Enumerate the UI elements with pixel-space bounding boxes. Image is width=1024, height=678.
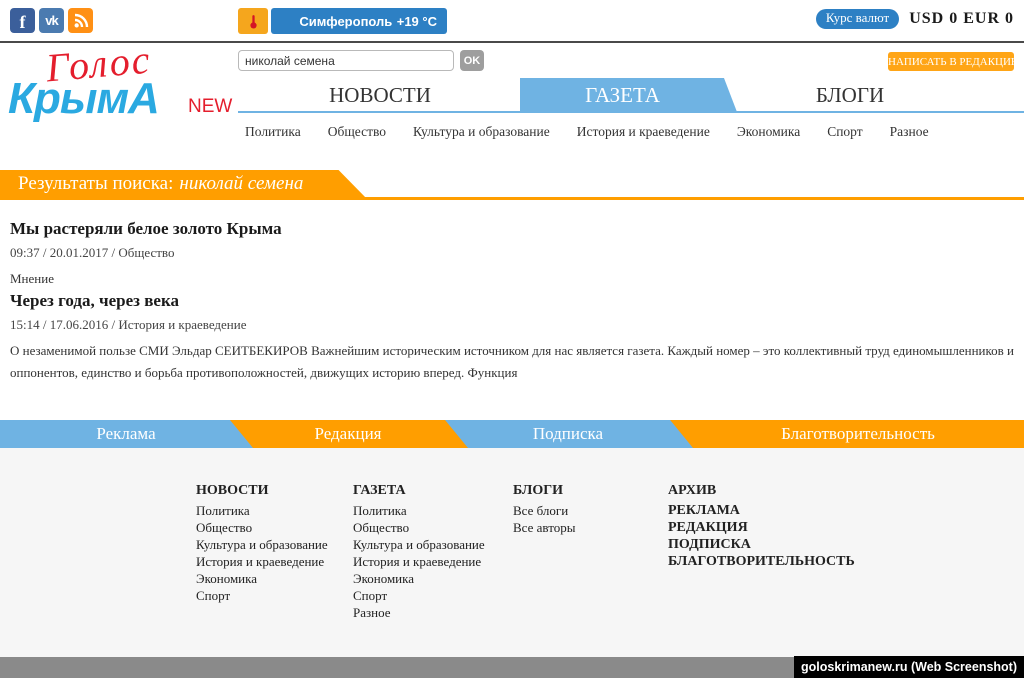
weather-city: Симферополь (281, 14, 397, 29)
vk-icon[interactable]: vk (39, 8, 64, 33)
subnav-misc[interactable]: Разное (890, 124, 929, 140)
rss-icon[interactable] (68, 8, 93, 33)
footer-link[interactable]: Общество (196, 519, 328, 536)
footer-column-gazeta: ГАЗЕТА Политика Общество Культура и обра… (353, 483, 485, 621)
footer-link[interactable]: Разное (353, 604, 485, 621)
footer-link[interactable]: Спорт (196, 587, 328, 604)
tab-blogs[interactable]: БЛОГИ (780, 83, 920, 108)
weather-panel: Симферополь +19 °C (271, 8, 447, 34)
subnav-economy[interactable]: Экономика (737, 124, 800, 140)
article-title-link[interactable]: Мы растеряли белое золото Крыма (10, 219, 1014, 239)
footer-link[interactable]: Политика (196, 502, 328, 519)
footer-tab-subscription[interactable]: Подписка (488, 424, 648, 444)
footer-link[interactable]: Культура и образование (353, 536, 485, 553)
footer-column-title[interactable]: НОВОСТИ (196, 483, 328, 499)
footer-column-blogs: БЛОГИ Все блоги Все авторы (513, 483, 575, 536)
footer-column-title[interactable]: АРХИВ (668, 483, 855, 499)
currency-block: Курс валют USD 0 EUR 0 (816, 9, 1014, 29)
footer-tab-bar: Реклама Редакция Подписка Благотворитель… (0, 420, 1024, 448)
footer-link[interactable]: Экономика (353, 570, 485, 587)
footer-background (0, 448, 1024, 657)
search-results-bar: Результаты поиска: николай семена (0, 170, 1024, 200)
footer-link[interactable]: РЕДАКЦИЯ (668, 519, 855, 536)
footer-link[interactable]: Общество (353, 519, 485, 536)
subnav-sport[interactable]: Спорт (827, 124, 862, 140)
thermometer-icon (238, 8, 268, 34)
tab-gazeta[interactable]: ГАЗЕТА (520, 83, 725, 108)
social-links: f vk (10, 8, 93, 33)
logo-text-kryma: КрымА (8, 74, 159, 124)
top-bar: f vk Симферополь +19 °C (0, 0, 1024, 41)
subnav-politics[interactable]: Политика (245, 124, 301, 140)
footer-column-archive: АРХИВ РЕКЛАМА РЕДАКЦИЯ ПОДПИСКА БЛАГОТВО… (668, 483, 855, 570)
footer-link[interactable]: Все блоги (513, 502, 575, 519)
footer-link[interactable]: История и краеведение (353, 553, 485, 570)
footer-link[interactable]: Спорт (353, 587, 485, 604)
search-input[interactable] (238, 50, 454, 71)
article-snippet: О незаменимой пользе СМИ Эльдар СЕИТБЕКИ… (10, 340, 1014, 384)
search-ok-button[interactable]: OK (460, 50, 484, 71)
footer-column-news: НОВОСТИ Политика Общество Культура и обр… (196, 483, 328, 604)
footer-link[interactable]: Экономика (196, 570, 328, 587)
article-meta: 09:37 / 20.01.2017 / Общество (10, 245, 1014, 261)
logo-new-badge: NEW (188, 96, 232, 118)
tabs-underline (238, 111, 1024, 113)
footer-link[interactable]: История и краеведение (196, 553, 328, 570)
results-query: николай семена (179, 173, 303, 194)
footer-tab-editors[interactable]: Редакция (268, 424, 428, 444)
footer-tab-charity[interactable]: Благотворительность (738, 424, 978, 444)
results-bar-text: Результаты поиска: николай семена (18, 173, 303, 195)
footer-tab-advertising[interactable]: Реклама (46, 424, 206, 444)
results-title: Результаты поиска: (18, 173, 173, 194)
facebook-icon[interactable]: f (10, 8, 35, 33)
footer-link[interactable]: БЛАГОТВОРИТЕЛЬНОСТЬ (668, 553, 855, 570)
sub-navigation: Политика Общество Культура и образование… (245, 124, 929, 140)
article-snippet: Мнение (10, 268, 1014, 290)
page: f vk Симферополь +19 °C (0, 0, 1024, 678)
footer-link[interactable]: ПОДПИСКА (668, 536, 855, 553)
search-result-item: Мы растеряли белое золото Крыма 09:37 / … (10, 219, 1014, 290)
currency-rates-button[interactable]: Курс валют (816, 9, 899, 29)
currency-rates-value: USD 0 EUR 0 (909, 10, 1014, 28)
footer-column-title[interactable]: БЛОГИ (513, 483, 575, 499)
top-separator (0, 41, 1024, 43)
footer-link[interactable]: РЕКЛАМА (668, 502, 855, 519)
article-meta: 15:14 / 17.06.2016 / История и краеведен… (10, 317, 1014, 333)
footer-link[interactable]: Политика (353, 502, 485, 519)
footer-link[interactable]: Культура и образование (196, 536, 328, 553)
tab-news[interactable]: НОВОСТИ (300, 83, 460, 108)
footer-link[interactable]: Все авторы (513, 519, 575, 536)
article-title-link[interactable]: Через года, через века (10, 291, 1014, 311)
screenshot-watermark: goloskrimanew.ru (Web Screenshot) (794, 656, 1024, 678)
search-result-item: Через года, через века 15:14 / 17.06.201… (10, 291, 1014, 384)
weather-widget[interactable]: Симферополь +19 °C (238, 8, 447, 34)
footer-column-title[interactable]: ГАЗЕТА (353, 483, 485, 499)
weather-temp: +19 °C (397, 14, 437, 29)
site-logo[interactable]: Голос КрымА NEW (8, 44, 233, 122)
subnav-history[interactable]: История и краеведение (577, 124, 710, 140)
subnav-society[interactable]: Общество (328, 124, 386, 140)
subnav-culture-education[interactable]: Культура и образование (413, 124, 550, 140)
write-to-editors-button[interactable]: НАПИСАТЬ В РЕДАКЦИЮ (888, 52, 1014, 71)
